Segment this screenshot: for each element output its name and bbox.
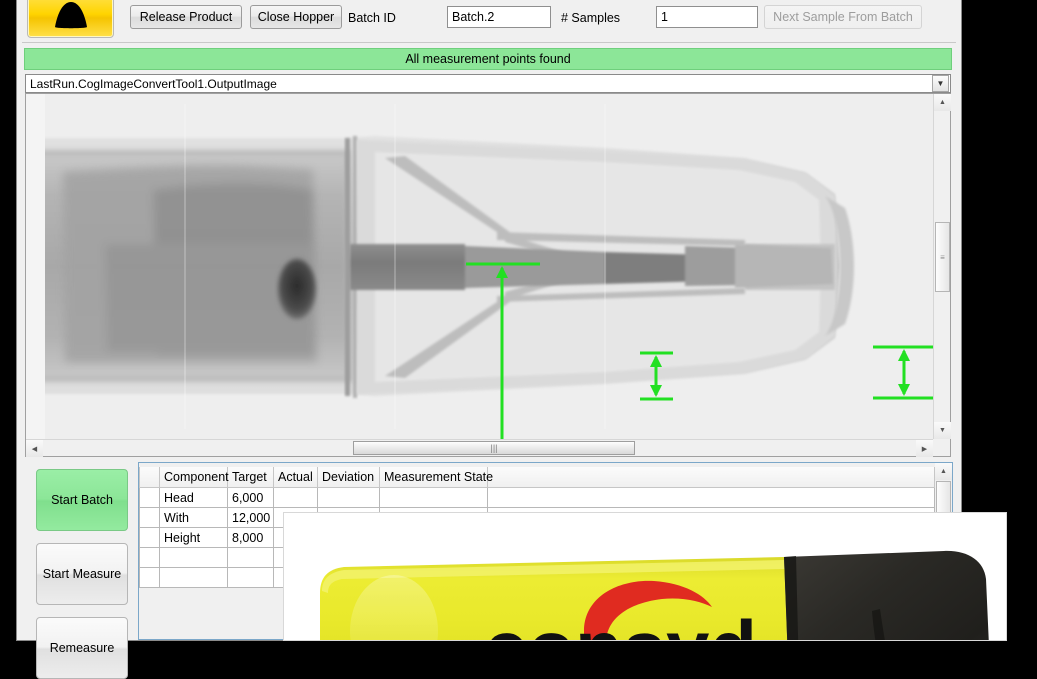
batch-id-label: Batch ID	[348, 11, 396, 25]
column-header-component[interactable]: Component	[159, 467, 229, 488]
row-select-cell[interactable]	[139, 567, 160, 588]
cell-target[interactable]: 8,000	[227, 527, 274, 548]
cell-component[interactable]: With	[159, 507, 228, 528]
cell-target[interactable]: 6,000	[227, 487, 274, 508]
row-select-cell[interactable]	[139, 507, 160, 528]
table-row[interactable]: Head 6,000	[139, 487, 935, 508]
triangle-up-icon[interactable]: ▲	[935, 463, 952, 480]
triangle-up-icon[interactable]: ▲	[934, 94, 951, 111]
cell-actual[interactable]	[273, 487, 318, 508]
chevron-down-icon[interactable]: ▼	[932, 75, 949, 92]
scroll-grip-icon: |||	[490, 443, 498, 453]
image-viewer-panel: ▲ ≡ ▼ ◀ ||| ▶	[25, 93, 951, 457]
product-photo: consyd	[284, 513, 1006, 641]
next-sample-from-batch-button[interactable]: Next Sample From Batch	[764, 5, 922, 29]
remeasure-button[interactable]: Remeasure	[36, 617, 128, 679]
cell-state[interactable]	[379, 487, 488, 508]
column-header-state[interactable]: Measurement State	[379, 467, 493, 488]
samples-count-input[interactable]: 1	[656, 6, 758, 28]
image-source-value: LastRun.CogImageConvertTool1.OutputImage	[30, 76, 277, 91]
row-select-cell[interactable]	[139, 487, 160, 508]
samples-count-label: # Samples	[561, 11, 621, 25]
table-header-row: Component Target Actual Deviation Measur…	[139, 467, 935, 488]
viewer-hscroll-thumb[interactable]: |||	[353, 441, 635, 455]
xray-image	[45, 94, 935, 439]
cell-target[interactable]: 12,000	[227, 507, 274, 528]
cell-component[interactable]: Head	[159, 487, 228, 508]
cell-target[interactable]	[227, 547, 274, 568]
cell-filler	[487, 487, 935, 508]
cell-component[interactable]: Height	[159, 527, 228, 548]
cell-component[interactable]	[159, 547, 228, 568]
release-product-button[interactable]: Release Product	[130, 5, 242, 29]
column-header-actual[interactable]: Actual	[273, 467, 318, 488]
triangle-right-icon[interactable]: ▶	[916, 440, 933, 457]
cell-target[interactable]	[227, 567, 274, 588]
batch-id-input[interactable]: Batch.2	[447, 6, 551, 28]
viewer-horizontal-scrollbar[interactable]: ◀ ||| ▶	[26, 439, 933, 457]
cell-deviation[interactable]	[317, 487, 380, 508]
cell-component[interactable]	[159, 567, 228, 588]
triangle-left-icon[interactable]: ◀	[26, 440, 43, 457]
brand-wordmark: consyd	[484, 604, 757, 641]
scrollbar-corner	[933, 439, 950, 456]
screen: Release Product Close Hopper Batch ID Ba…	[0, 0, 1037, 679]
product-photo-window[interactable]: consyd	[283, 512, 1007, 641]
row-select-cell[interactable]	[139, 527, 160, 548]
column-header-deviation[interactable]: Deviation	[317, 467, 380, 488]
viewer-vscroll-thumb[interactable]: ≡	[935, 222, 950, 292]
triangle-down-icon[interactable]: ▼	[934, 422, 951, 439]
column-header-select[interactable]	[139, 467, 160, 488]
column-header-filler	[487, 467, 935, 488]
column-header-target[interactable]: Target	[227, 467, 274, 488]
top-toolbar: Release Product Close Hopper Batch ID Ba…	[22, 0, 956, 43]
status-banner: All measurement points found	[24, 48, 952, 70]
xray-image-canvas[interactable]	[45, 94, 935, 439]
hopper-funnel-icon	[49, 1, 93, 31]
close-hopper-button[interactable]: Close Hopper	[250, 5, 342, 29]
start-batch-button[interactable]: Start Batch	[36, 469, 128, 531]
hopper-toggle-button[interactable]	[27, 0, 114, 38]
row-select-cell[interactable]	[139, 547, 160, 568]
image-source-combobox[interactable]: LastRun.CogImageConvertTool1.OutputImage…	[25, 74, 951, 93]
start-measure-button[interactable]: Start Measure	[36, 543, 128, 605]
viewer-vertical-scrollbar[interactable]: ▲ ≡ ▼	[933, 94, 951, 439]
scroll-grip-icon: ≡	[940, 252, 945, 262]
